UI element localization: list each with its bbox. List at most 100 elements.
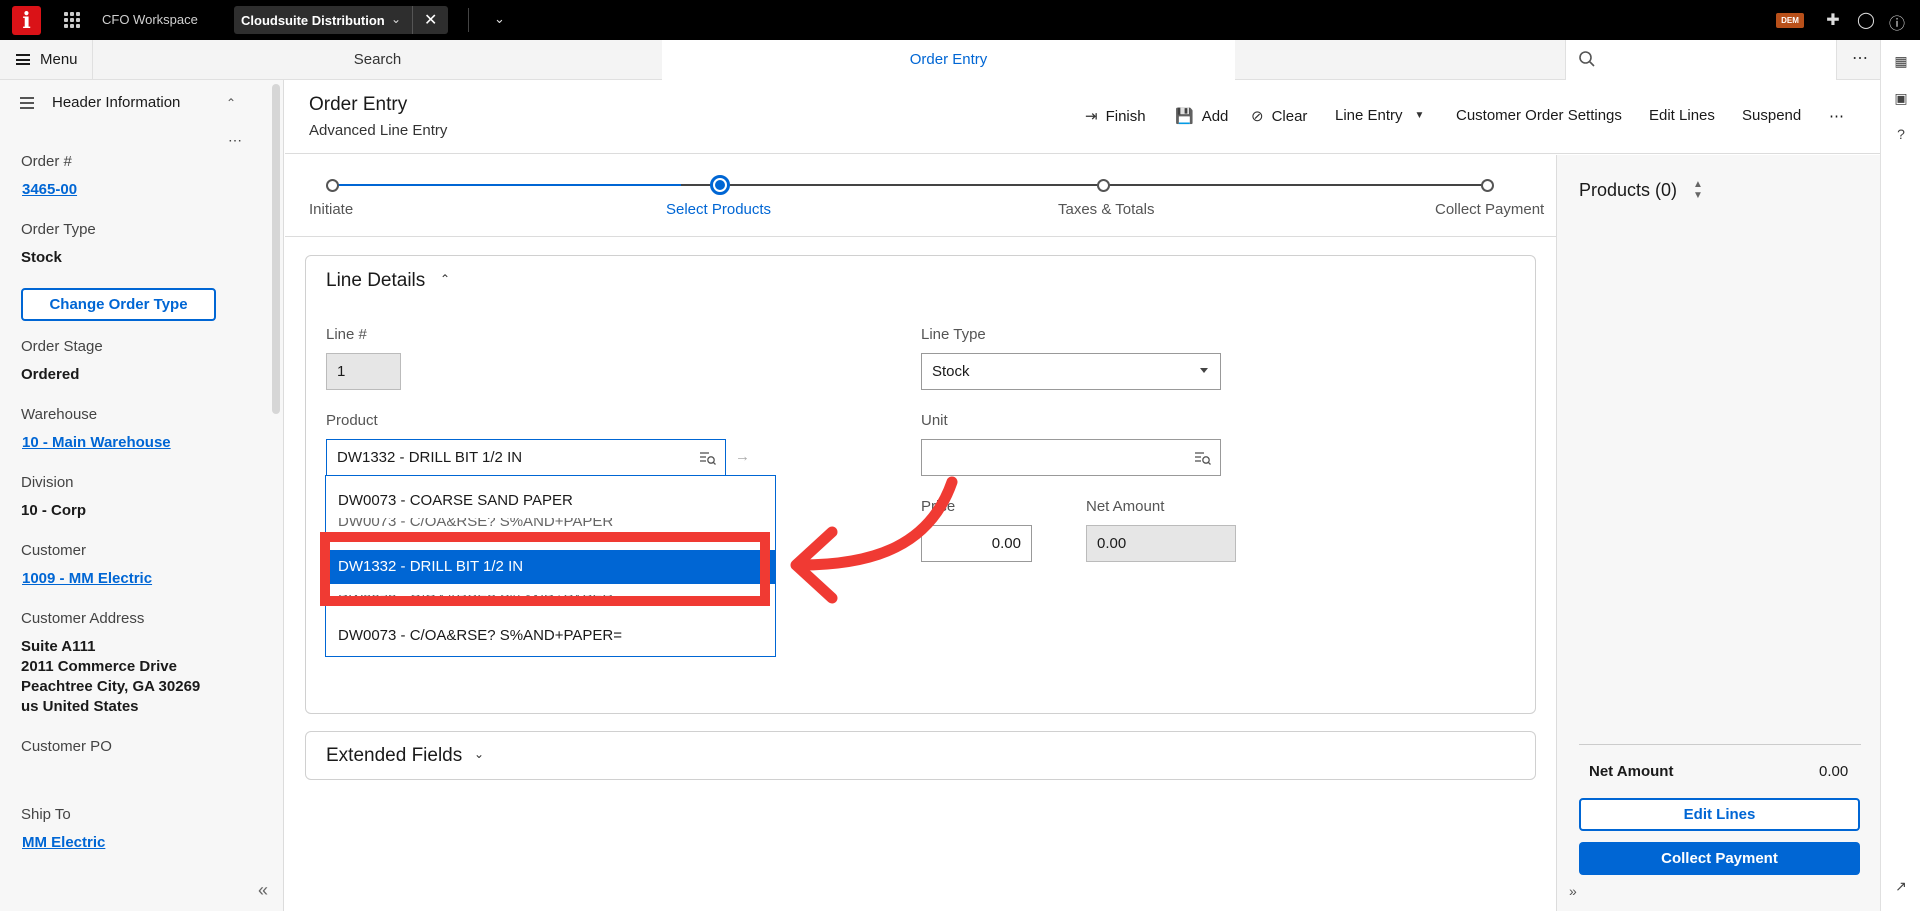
user-icon[interactable]: ◯ <box>1856 10 1876 30</box>
chevron-up-icon[interactable]: ⌃ <box>226 96 236 110</box>
warehouse-link[interactable]: 10 - Main Warehouse <box>22 434 171 451</box>
clear-button[interactable]: ⊘ Clear <box>1251 107 1308 126</box>
customer-label: Customer <box>21 542 87 559</box>
address-line-1: Suite A111 <box>21 638 96 655</box>
step-label-taxes[interactable]: Taxes & Totals <box>1058 201 1154 218</box>
list-icon <box>20 96 34 109</box>
right-icon-strip: ▦ ▣ ? ↗ <box>1880 40 1920 911</box>
header-info-panel: Header Information ⌃ ⋯ Order # 3465-00 O… <box>0 80 284 911</box>
menu-button[interactable]: Menu <box>16 51 78 68</box>
net-amount-field: 0.00 <box>1086 525 1236 562</box>
app-tab-label: Cloudsuite Distribution <box>241 12 385 28</box>
top-bar: i CFO Workspace Cloudsuite Distribution … <box>0 0 1920 40</box>
add-label: Add <box>1201 107 1229 125</box>
ship-to-label: Ship To <box>21 806 71 823</box>
more-icon[interactable]: ⋯ <box>228 132 243 149</box>
customer-address-label: Customer Address <box>21 610 145 627</box>
help-icon[interactable]: ⓘ <box>1887 10 1907 34</box>
unit-input[interactable] <box>921 439 1221 476</box>
finish-button[interactable]: ⇥ Finish <box>1085 107 1146 126</box>
more-actions-icon[interactable]: ⋯ <box>1829 107 1844 125</box>
customer-order-settings-button[interactable]: Customer Order Settings <box>1456 107 1622 124</box>
net-amount-label: Net Amount <box>1589 763 1674 780</box>
apps-plus-icon[interactable]: ✚ <box>1823 10 1843 30</box>
chevron-up-icon[interactable]: ⌃ <box>440 272 450 286</box>
scrollbar[interactable] <box>272 84 280 414</box>
tab-order-entry[interactable]: Order Entry <box>662 40 1235 80</box>
line-details-title[interactable]: Line Details <box>326 270 425 292</box>
global-search-input[interactable] <box>1565 40 1837 80</box>
step-label-initiate[interactable]: Initiate <box>309 201 353 218</box>
order-type-value: Stock <box>21 249 62 266</box>
progress-stepper: Initiate Select Products Taxes & Totals … <box>285 155 1556 237</box>
workspace-title[interactable]: CFO Workspace <box>102 12 198 27</box>
list-item[interactable]: DW0073 - C/OA&RSE? S%AND+PAPER= <box>326 619 775 653</box>
step-dot-initiate[interactable] <box>326 179 339 192</box>
more-icon[interactable]: ⋯ <box>1852 48 1868 68</box>
cancel-icon: ⊘ <box>1251 108 1264 125</box>
divider <box>468 8 469 32</box>
page-header: Order Entry Advanced Line Entry ⇥ Finish… <box>285 80 1880 154</box>
list-item[interactable]: DW0073 - COARSE SAND PAPER <box>326 484 775 518</box>
extended-fields-title: Extended Fields <box>326 745 463 766</box>
app-tab[interactable]: Cloudsuite Distribution ⌄ ✕ <box>234 6 448 34</box>
warehouse-label: Warehouse <box>21 406 98 423</box>
clear-label: Clear <box>1271 107 1308 125</box>
edit-lines-button[interactable]: Edit Lines <box>1579 798 1860 831</box>
step-dot-select-products[interactable] <box>710 175 730 195</box>
order-type-label: Order Type <box>21 221 96 238</box>
lookup-icon[interactable] <box>1194 449 1212 467</box>
chevron-down-icon[interactable]: ⌄ <box>474 747 484 761</box>
list-item-label: DW0073 - C/OA&RSE? S%AND+PAPER <box>338 518 614 530</box>
help-circle-icon[interactable]: ? <box>1892 126 1910 144</box>
collect-payment-button[interactable]: Collect Payment <box>1579 842 1860 875</box>
product-input-value: DW1332 - DRILL BIT 1/2 IN <box>337 449 523 466</box>
chevron-down-icon[interactable]: ⌄ <box>391 12 401 26</box>
change-order-type-button[interactable]: Change Order Type <box>21 288 216 321</box>
tab-search[interactable]: Search <box>93 40 662 80</box>
annotation-arrow-icon <box>790 476 958 604</box>
order-number-link[interactable]: 3465-00 <box>22 181 77 198</box>
finish-icon: ⇥ <box>1085 108 1098 125</box>
layout-icon[interactable]: ▦ <box>1892 53 1910 71</box>
collapse-panel-icon[interactable]: « <box>258 880 268 901</box>
add-button[interactable]: 💾 Add <box>1175 107 1229 126</box>
sort-icon[interactable]: ▲ ▼ <box>1693 179 1703 201</box>
line-type-select[interactable]: Stock <box>921 353 1221 390</box>
close-icon[interactable]: ✕ <box>424 10 437 30</box>
line-type-value: Stock <box>932 363 970 380</box>
order-stage-label: Order Stage <box>21 338 103 355</box>
line-entry-label: Line Entry <box>1335 107 1403 124</box>
step-dot-taxes[interactable] <box>1097 179 1110 192</box>
division-value: 10 - Corp <box>21 502 87 519</box>
extended-fields-card[interactable]: Extended Fields ⌄ <box>305 731 1536 780</box>
suspend-button[interactable]: Suspend <box>1742 107 1801 124</box>
nav-bar: Menu Search Order Entry ⋯ <box>0 40 1920 80</box>
net-amount-label: Net Amount <box>1086 498 1165 515</box>
step-label-collect-payment[interactable]: Collect Payment <box>1435 201 1544 218</box>
ship-to-link[interactable]: MM Electric <box>22 834 105 851</box>
menu-label: Menu <box>40 51 78 68</box>
tab-divider <box>412 6 413 34</box>
edit-lines-button[interactable]: Edit Lines <box>1649 107 1715 124</box>
line-entry-dropdown[interactable]: Line Entry ▼ <box>1335 107 1424 124</box>
divider <box>1579 744 1861 745</box>
page-subtitle: Advanced Line Entry <box>309 122 448 139</box>
step-line-pending <box>681 184 1489 186</box>
chevron-down-icon[interactable]: ⌄ <box>494 11 505 27</box>
expand-panel-icon[interactable]: » <box>1569 883 1577 899</box>
lookup-icon[interactable] <box>699 449 717 467</box>
inbox-icon[interactable]: ▣ <box>1892 90 1910 108</box>
step-label-select-products[interactable]: Select Products <box>666 201 771 218</box>
infor-logo[interactable]: i <box>12 6 41 35</box>
external-link-icon[interactable]: ↗ <box>1892 878 1910 896</box>
line-number-label: Line # <box>326 326 367 343</box>
product-input[interactable]: DW1332 - DRILL BIT 1/2 IN <box>326 439 726 476</box>
customer-link[interactable]: 1009 - MM Electric <box>22 570 152 587</box>
arrow-right-icon[interactable]: → <box>735 448 750 465</box>
caret-down-icon: ▼ <box>1414 110 1425 121</box>
app-grid-icon[interactable] <box>64 12 80 28</box>
step-dot-collect-payment[interactable] <box>1481 179 1494 192</box>
panel-header[interactable]: Header Information <box>20 94 180 111</box>
search-icon <box>1579 51 1595 67</box>
